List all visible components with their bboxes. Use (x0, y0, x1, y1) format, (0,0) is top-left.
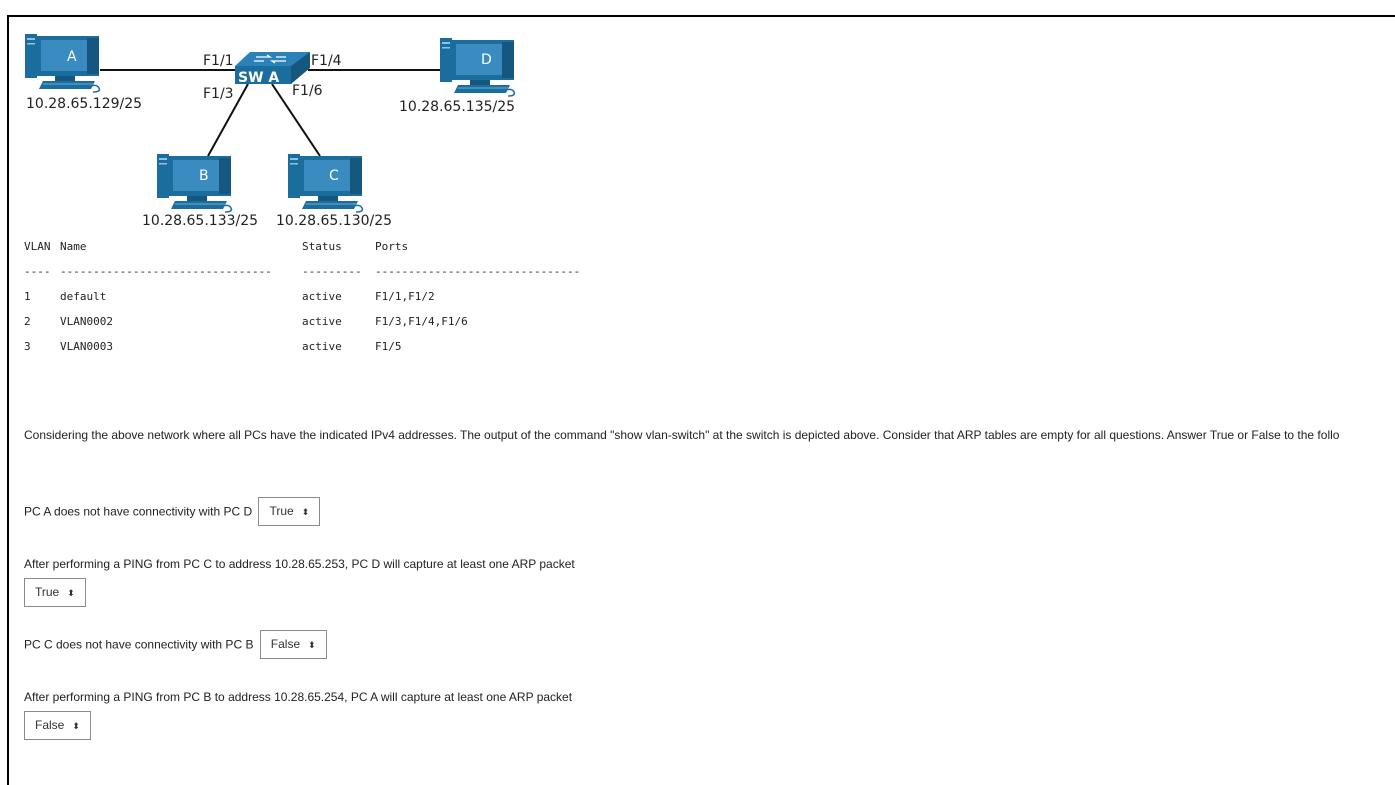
question-2: After performing a PING from PC C to add… (24, 557, 575, 607)
question-4-text: After performing a PING from PC B to add… (24, 690, 573, 704)
vlan-ports: F1/1,F1/2 (375, 290, 435, 303)
pc-b-icon (156, 153, 233, 213)
vlan-id: 2 (24, 315, 31, 328)
question-intro: Considering the above network where all … (24, 428, 1340, 442)
vlan-table-separator: ---- -------------------------------- --… (24, 263, 644, 288)
vlan-status: active (302, 290, 342, 303)
select-arrow-icon: ⬍ (72, 721, 80, 731)
separator-vlan: ---- (24, 265, 51, 278)
pc-a-icon (24, 33, 101, 93)
question-2-text: After performing a PING from PC C to add… (24, 557, 575, 571)
vlan-status: active (302, 315, 342, 328)
vlan-ports: F1/3,F1/4,F1/6 (375, 315, 468, 328)
separator-name: -------------------------------- (60, 265, 272, 278)
vlan-header-vlan: VLAN (24, 240, 51, 253)
pc-b-letter: B (199, 168, 209, 184)
vlan-header-status: Status (302, 240, 342, 253)
vlan-id: 3 (24, 340, 31, 353)
pc-c-letter: C (329, 168, 339, 184)
pc-a-letter: A (67, 49, 77, 65)
pc-c-icon (287, 153, 364, 213)
select-arrow-icon: ⬍ (301, 507, 310, 517)
pc-a-ip: 10.28.65.129/25 (26, 96, 142, 112)
question-1-text: PC A does not have connectivity with PC … (24, 504, 253, 519)
answer-select-1[interactable]: True ⬍ (258, 497, 321, 526)
vlan-header-name: Name (60, 240, 87, 253)
port-label-b: F1/3 (203, 86, 234, 102)
network-diagram: SW A F1/1 F1/3 F1/6 F1/4 A 10.28.65.129/… (20, 28, 540, 233)
answer-select-4[interactable]: False ⬍ (24, 711, 91, 740)
table-row: 1 default active F1/1,F1/2 (24, 288, 644, 313)
separator-status: --------- (302, 265, 362, 278)
answer-select-1-value: True (269, 504, 294, 518)
question-1: PC A does not have connectivity with PC … (24, 497, 321, 526)
pc-b-ip: 10.28.65.133/25 (142, 213, 258, 229)
port-label-c: F1/6 (292, 83, 323, 99)
vlan-name: VLAN0002 (60, 315, 113, 328)
port-label-a: F1/1 (203, 53, 234, 69)
vlan-status: active (302, 340, 342, 353)
table-row: 3 VLAN0003 active F1/5 (24, 338, 644, 363)
answer-select-3[interactable]: False ⬍ (259, 630, 327, 659)
separator-ports: ------------------------------- (375, 265, 581, 278)
port-label-d: F1/4 (311, 53, 342, 69)
answer-select-2-value: True (35, 585, 60, 599)
table-row: 2 VLAN0002 active F1/3,F1/4,F1/6 (24, 313, 644, 338)
pc-c-ip: 10.28.65.130/25 (276, 213, 392, 229)
answer-select-2[interactable]: True ⬍ (24, 578, 86, 607)
pc-d-ip: 10.28.65.135/25 (399, 99, 515, 115)
answer-select-3-value: False (270, 637, 301, 651)
question-3-text: PC C does not have connectivity with PC … (24, 637, 254, 652)
vlan-name: VLAN0003 (60, 340, 113, 353)
question-3: PC C does not have connectivity with PC … (24, 630, 327, 659)
vlan-id: 1 (24, 290, 31, 303)
vlan-name: default (60, 290, 107, 303)
network-diagram-svg: SW A F1/1 F1/3 F1/6 F1/4 A 10.28.65.129/… (24, 33, 516, 229)
vlan-ports: F1/5 (375, 340, 402, 353)
answer-select-4-value: False (35, 718, 65, 732)
question-4: After performing a PING from PC B to add… (24, 690, 572, 740)
vlan-header-ports: Ports (375, 240, 409, 253)
vlan-table-header: VLAN Name Status Ports (24, 238, 644, 263)
pc-d-icon (439, 37, 516, 97)
pc-d-letter: D (481, 52, 492, 68)
vlan-table: VLAN Name Status Ports ---- ------------… (24, 238, 644, 363)
select-arrow-icon: ⬍ (67, 588, 75, 598)
switch-label: SW A (238, 70, 279, 86)
select-arrow-icon: ⬍ (308, 640, 316, 650)
